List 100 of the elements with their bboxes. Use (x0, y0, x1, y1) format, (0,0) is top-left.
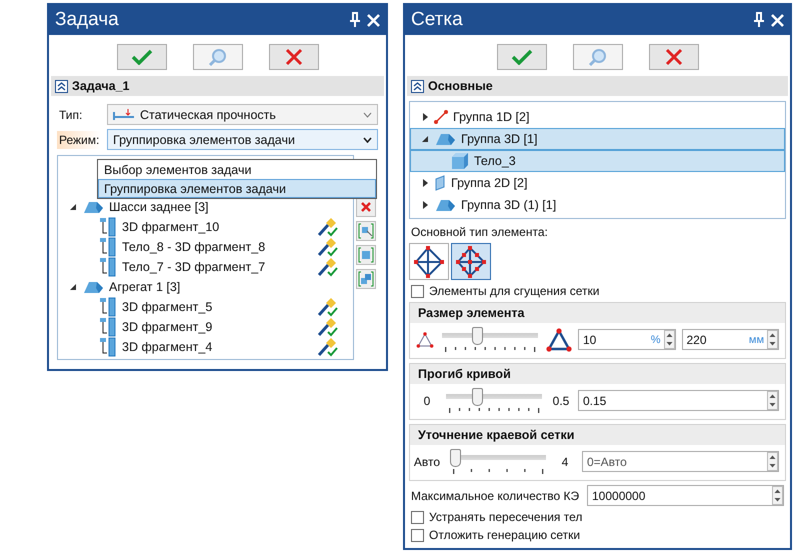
brush-check-icon[interactable] (316, 337, 338, 357)
brush-check-icon[interactable] (316, 297, 338, 317)
type-dropdown[interactable]: Статическая прочность (107, 104, 378, 125)
solid-icon (82, 279, 104, 295)
solid-icon (434, 197, 456, 213)
unit-label: % (650, 334, 660, 346)
checkbox-label: Устранять пересечения тел (429, 510, 582, 524)
mode-dropdown[interactable]: Группировка элементов задачи (107, 129, 378, 150)
expand-arrow-icon[interactable] (421, 113, 429, 121)
tree-item[interactable]: Шасси заднее [3] (109, 200, 338, 214)
spin-buttons[interactable] (772, 486, 783, 505)
expand-arrow-icon[interactable] (421, 201, 429, 209)
spin-buttons[interactable] (664, 330, 674, 349)
tree-item[interactable]: 3D фрагмент_10 (122, 220, 311, 234)
body-button[interactable] (356, 245, 376, 265)
max-label: 4 (560, 454, 570, 468)
collapse-arrow-icon[interactable] (69, 283, 77, 291)
spin-buttons[interactable] (767, 330, 778, 349)
window-title: Сетка (411, 9, 464, 31)
element-type-button[interactable] (451, 243, 491, 280)
slider-thumb[interactable] (472, 327, 483, 345)
tree-item-label: Группа 1D [2] (453, 110, 530, 124)
quadratic-tetra-icon (456, 246, 486, 278)
solid-icon (82, 199, 104, 215)
window-title: Задача (55, 9, 120, 31)
close-icon[interactable] (367, 14, 380, 26)
ok-button[interactable] (496, 44, 546, 70)
large-triangle-icon (546, 328, 572, 352)
tree-item[interactable]: Агрегат 1 [3] (109, 280, 338, 294)
size-field[interactable]: 220 мм (682, 329, 779, 350)
brush-check-icon[interactable] (316, 257, 338, 277)
checkbox-label: Элементы для сгущения сетки (429, 284, 600, 298)
search-icon (588, 48, 608, 66)
close-icon[interactable] (771, 14, 784, 26)
group-title: Уточнение краевой сетки (418, 428, 574, 442)
tree-item-label: Группа 3D (1) [1] (461, 198, 558, 212)
tree-row[interactable]: Группа 1D [2] (410, 106, 785, 128)
tree-item-label: Группа 2D [2] (451, 176, 528, 190)
load-icon (113, 108, 135, 120)
body-selection-icon (358, 247, 374, 263)
small-triangle-icon (416, 332, 434, 348)
fragment-icon (99, 317, 117, 337)
checkbox[interactable] (411, 284, 424, 298)
checkmark-icon (510, 49, 532, 65)
group-title: Прогиб кривой (418, 367, 511, 381)
close-icon (360, 201, 372, 213)
collapse-icon[interactable] (55, 80, 68, 92)
tree-row[interactable]: Тело_3 (410, 150, 785, 172)
tree-row[interactable]: Группа 2D [2] (410, 172, 785, 194)
element-type-button[interactable] (409, 243, 449, 280)
slider-thumb[interactable] (472, 388, 482, 406)
ok-button[interactable] (116, 44, 166, 70)
checkbox[interactable] (411, 510, 424, 524)
section-title: Основные (428, 79, 493, 93)
dropdown-option[interactable]: Группировка элементов задачи (98, 179, 376, 198)
fragment-icon (99, 337, 117, 357)
chevron-down-icon (363, 136, 372, 142)
cancel-button[interactable] (648, 44, 698, 70)
tree-item[interactable]: Тело_8 - 3D фрагмент_8 (122, 240, 311, 254)
collapse-arrow-icon[interactable] (69, 203, 77, 211)
min-label: 0 (422, 394, 432, 408)
section-title: Задача_1 (72, 79, 130, 93)
pin-icon[interactable] (753, 12, 765, 28)
field-label: Тип: (58, 106, 84, 124)
brush-check-icon[interactable] (316, 317, 338, 337)
search-icon (208, 48, 228, 66)
brush-check-icon[interactable] (316, 237, 338, 257)
deflection-field[interactable]: 0.15 (578, 390, 779, 411)
cube-icon (451, 152, 469, 170)
delete-button[interactable] (356, 197, 376, 217)
checkmark-icon (130, 49, 152, 65)
tree-item-label: Тело_3 (474, 154, 517, 168)
bodies-button[interactable] (356, 269, 376, 289)
close-icon (664, 48, 682, 66)
solid-icon (434, 131, 456, 147)
tree-item[interactable]: Тело_7 - 3D фрагмент_7 (122, 260, 311, 274)
line-element-icon (434, 110, 448, 124)
tree-item[interactable]: 3D фрагмент_5 (122, 300, 311, 314)
chevron-down-icon (363, 112, 372, 118)
spin-buttons[interactable] (767, 391, 778, 410)
tree-row[interactable]: Группа 3D [1] (410, 128, 785, 150)
brush-check-icon[interactable] (316, 217, 338, 237)
tree-row[interactable]: Группа 3D (1) [1] (410, 194, 785, 216)
expand-arrow-icon[interactable] (421, 179, 429, 187)
collapse-arrow-icon[interactable] (421, 135, 429, 143)
close-icon (284, 48, 302, 66)
body-selection-icon (358, 271, 374, 287)
checkbox[interactable] (411, 528, 424, 542)
tree-item[interactable]: 3D фрагмент_9 (122, 320, 311, 334)
unit-label: мм (748, 334, 764, 346)
select-body-button[interactable] (356, 221, 376, 241)
element-type-label: Основной тип элемента: (410, 224, 549, 239)
percent-field[interactable]: 10 % (578, 329, 676, 350)
collapse-icon[interactable] (411, 80, 424, 92)
fragment-icon (99, 297, 117, 317)
max-elements-field[interactable]: 10000000 (587, 485, 784, 506)
shell-icon (434, 175, 446, 191)
pin-icon[interactable] (349, 12, 361, 28)
tree-item[interactable]: 3D фрагмент_4 (122, 340, 311, 354)
cancel-button[interactable] (268, 44, 318, 70)
